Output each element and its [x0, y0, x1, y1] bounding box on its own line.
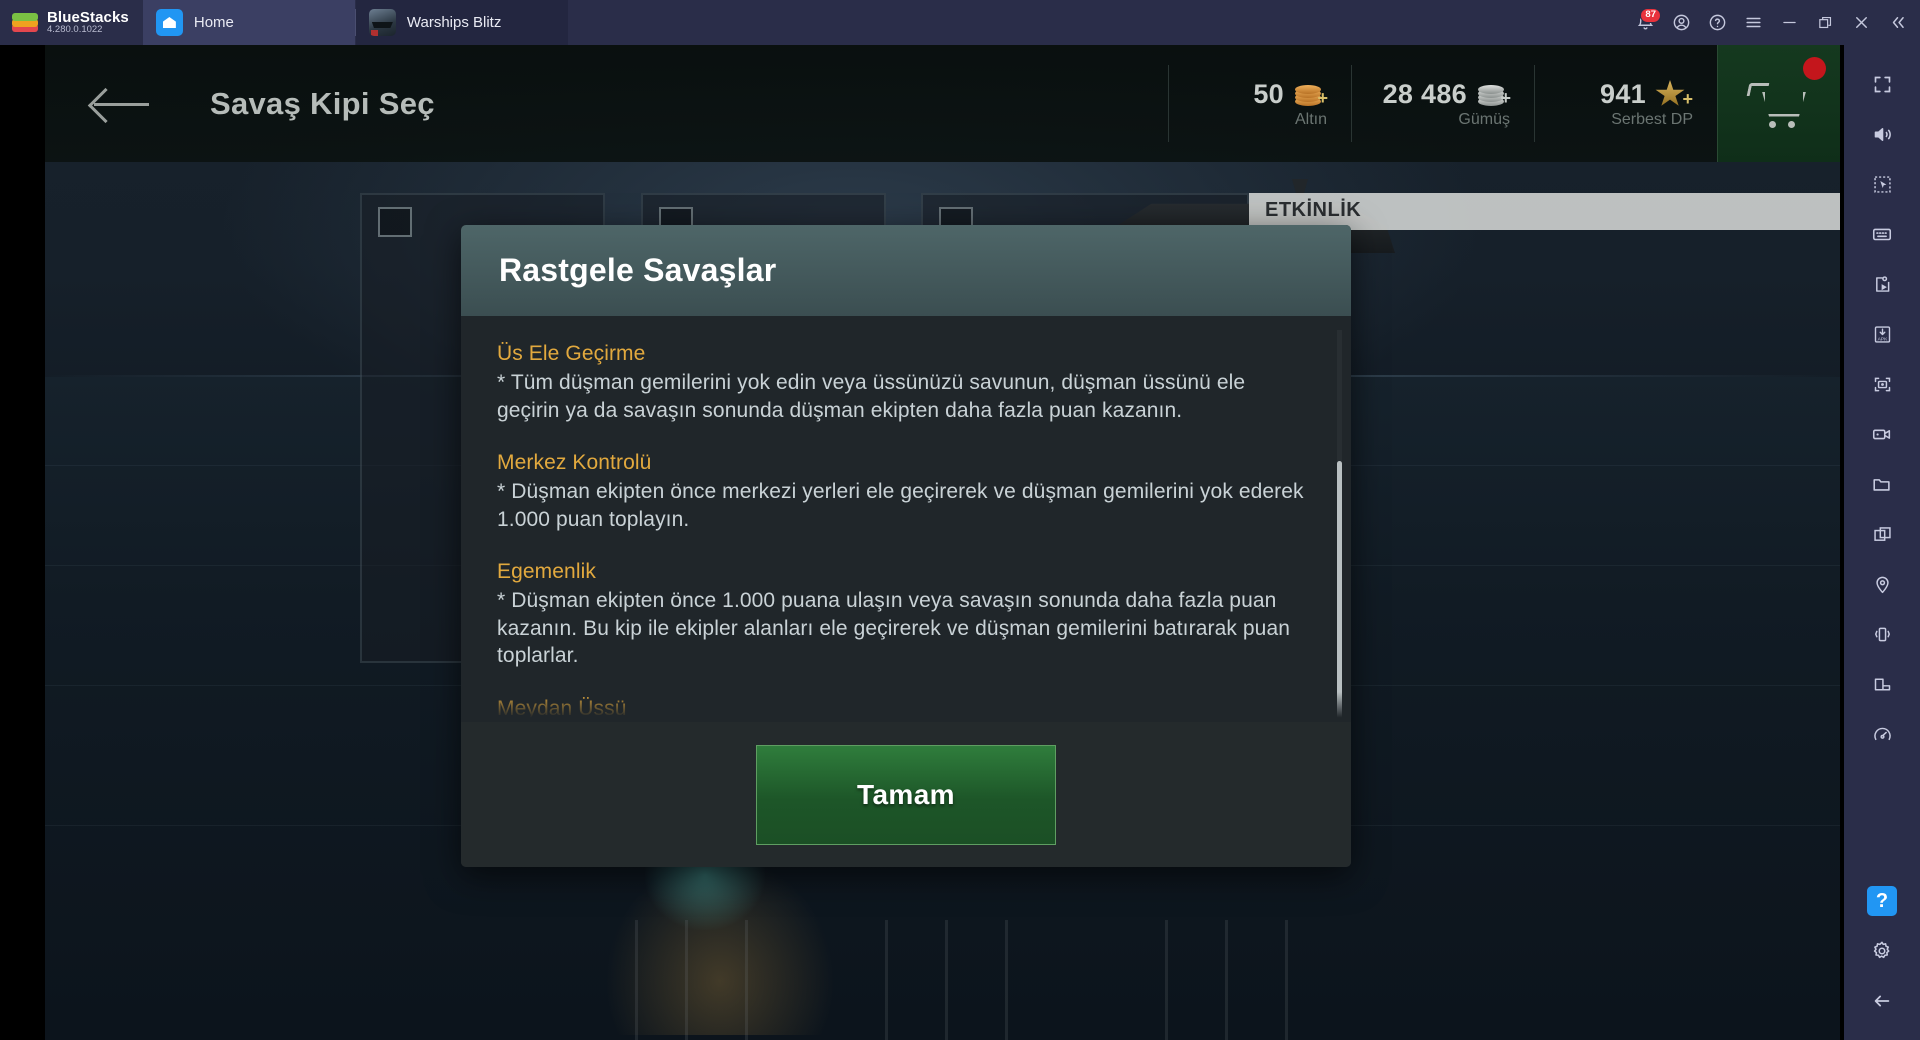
bluestacks-brand: BlueStacks: [47, 9, 129, 26]
keyboard-controls-icon[interactable]: [1854, 209, 1910, 259]
bluestacks-version: 4.280.0.1022: [47, 24, 103, 36]
mode-checkbox-1[interactable]: [378, 207, 412, 237]
mode-heading: Üs Ele Geçirme: [497, 342, 646, 365]
help-badge-label: ?: [1867, 886, 1897, 916]
svg-text:APK: APK: [1877, 336, 1888, 342]
left-gutter: [0, 45, 45, 1040]
screen-title: Savaş Kipi Seç: [210, 85, 435, 121]
shop-cart-button[interactable]: [1717, 45, 1840, 162]
maximize-icon[interactable]: [1810, 7, 1841, 38]
bluestacks-sidebar: APK ?: [1844, 45, 1920, 1040]
currency-free-dp-label: Serbest DP: [1611, 110, 1693, 128]
mode-section: Egemenlik * Düşman ekipten önce 1.000 pu…: [497, 560, 1311, 670]
collapse-chevrons-icon[interactable]: [1882, 7, 1913, 38]
minimize-icon[interactable]: [1774, 7, 1805, 38]
mode-heading: Egemenlik: [497, 560, 596, 583]
fullscreen-icon[interactable]: [1854, 59, 1910, 109]
mode-section: Üs Ele Geçirme * Tüm düşman gemilerini y…: [497, 342, 1311, 424]
notification-badge: 87: [1640, 8, 1661, 23]
currency-silver[interactable]: 28 486 + Gümüş: [1351, 45, 1534, 162]
tab-warships-blitz-label: Warships Blitz: [406, 14, 502, 31]
dialog-header: Rastgele Savaşlar: [461, 225, 1351, 316]
location-pin-icon[interactable]: [1854, 559, 1910, 609]
account-icon[interactable]: [1666, 7, 1697, 38]
mode-description: * Düşman ekipten önce 1.000 puana ulaşın…: [497, 589, 1291, 667]
titlebar-spacer: [568, 0, 1630, 45]
gold-coins-icon: +: [1293, 81, 1328, 107]
currency-free-dp[interactable]: 941 + Serbest DP: [1534, 45, 1717, 162]
battle-modes-dialog: Rastgele Savaşlar Üs Ele Geçirme * Tüm d…: [461, 225, 1351, 867]
mode-description: * Tüm düşman gemilerini yok edin veya üs…: [497, 371, 1246, 422]
star-icon: +: [1655, 79, 1693, 109]
shopping-cart-icon: [1746, 78, 1810, 130]
tab-home[interactable]: Home: [142, 0, 355, 45]
settings-gear-icon[interactable]: [1854, 926, 1910, 976]
emulator-content: ETKİNLİK Savaş Kipi Seç 50 + Altın 28 48…: [45, 45, 1840, 1040]
dialog-title: Rastgele Savaşlar: [499, 252, 777, 288]
currency-gold-value: 50: [1253, 78, 1284, 109]
notifications-bell-icon[interactable]: 87: [1630, 7, 1661, 38]
bluestacks-titlebar: BlueStacks 4.280.0.1022 Home Warships Bl…: [0, 0, 1920, 45]
rotate-screen-icon[interactable]: [1854, 659, 1910, 709]
currency-gold[interactable]: 50 + Altın: [1168, 45, 1351, 162]
help-badge-icon[interactable]: ?: [1854, 876, 1910, 926]
currency-silver-value: 28 486: [1382, 78, 1467, 109]
close-icon[interactable]: [1846, 7, 1877, 38]
macro-script-icon[interactable]: [1854, 259, 1910, 309]
game-thumbnail-icon: [368, 9, 396, 36]
multi-instance-icon[interactable]: [1854, 509, 1910, 559]
tab-warships-blitz[interactable]: Warships Blitz: [355, 0, 568, 45]
bluestacks-logo: BlueStacks 4.280.0.1022: [0, 0, 143, 45]
performance-meter-icon[interactable]: [1854, 709, 1910, 759]
currency-free-dp-value: 941: [1600, 78, 1646, 109]
cart-notification-dot: [1803, 57, 1826, 80]
dialog-footer: Tamam: [461, 722, 1351, 867]
currency-gold-label: Altın: [1294, 110, 1327, 128]
back-arrow-icon: [91, 86, 149, 122]
help-circle-icon[interactable]: [1702, 7, 1733, 38]
tab-home-label: Home: [193, 14, 234, 31]
scrollbar-thumb[interactable]: [1337, 461, 1342, 722]
screenshot-icon[interactable]: [1854, 359, 1910, 409]
ok-button[interactable]: Tamam: [756, 744, 1056, 845]
body-fade-overlay: [461, 692, 1351, 722]
hamburger-menu-icon[interactable]: [1738, 7, 1769, 38]
silver-coins-icon: +: [1476, 81, 1511, 107]
currency-silver-label: Gümüş: [1458, 110, 1510, 128]
volume-icon[interactable]: [1854, 109, 1910, 159]
mode-section: Merkez Kontrolü * Düşman ekipten önce me…: [497, 451, 1311, 533]
install-apk-icon[interactable]: APK: [1854, 309, 1910, 359]
sidebar-back-arrow-icon[interactable]: [1854, 976, 1910, 1026]
mode-heading: Merkez Kontrolü: [497, 451, 652, 474]
shake-device-icon[interactable]: [1854, 609, 1910, 659]
record-video-icon[interactable]: [1854, 409, 1910, 459]
game-header: Savaş Kipi Seç 50 + Altın 28 486 + Gümüş…: [45, 45, 1840, 162]
titlebar-controls: 87: [1630, 0, 1920, 45]
bluestacks-stack-icon: [12, 10, 38, 36]
home-icon: [155, 9, 183, 36]
back-button[interactable]: [45, 45, 195, 162]
dialog-body[interactable]: Üs Ele Geçirme * Tüm düşman gemilerini y…: [461, 316, 1351, 722]
media-folder-icon[interactable]: [1854, 459, 1910, 509]
pointer-select-icon[interactable]: [1854, 159, 1910, 209]
mode-description: * Düşman ekipten önce merkezi yerleri el…: [497, 480, 1304, 531]
chain-decoration: [45, 870, 1840, 1040]
